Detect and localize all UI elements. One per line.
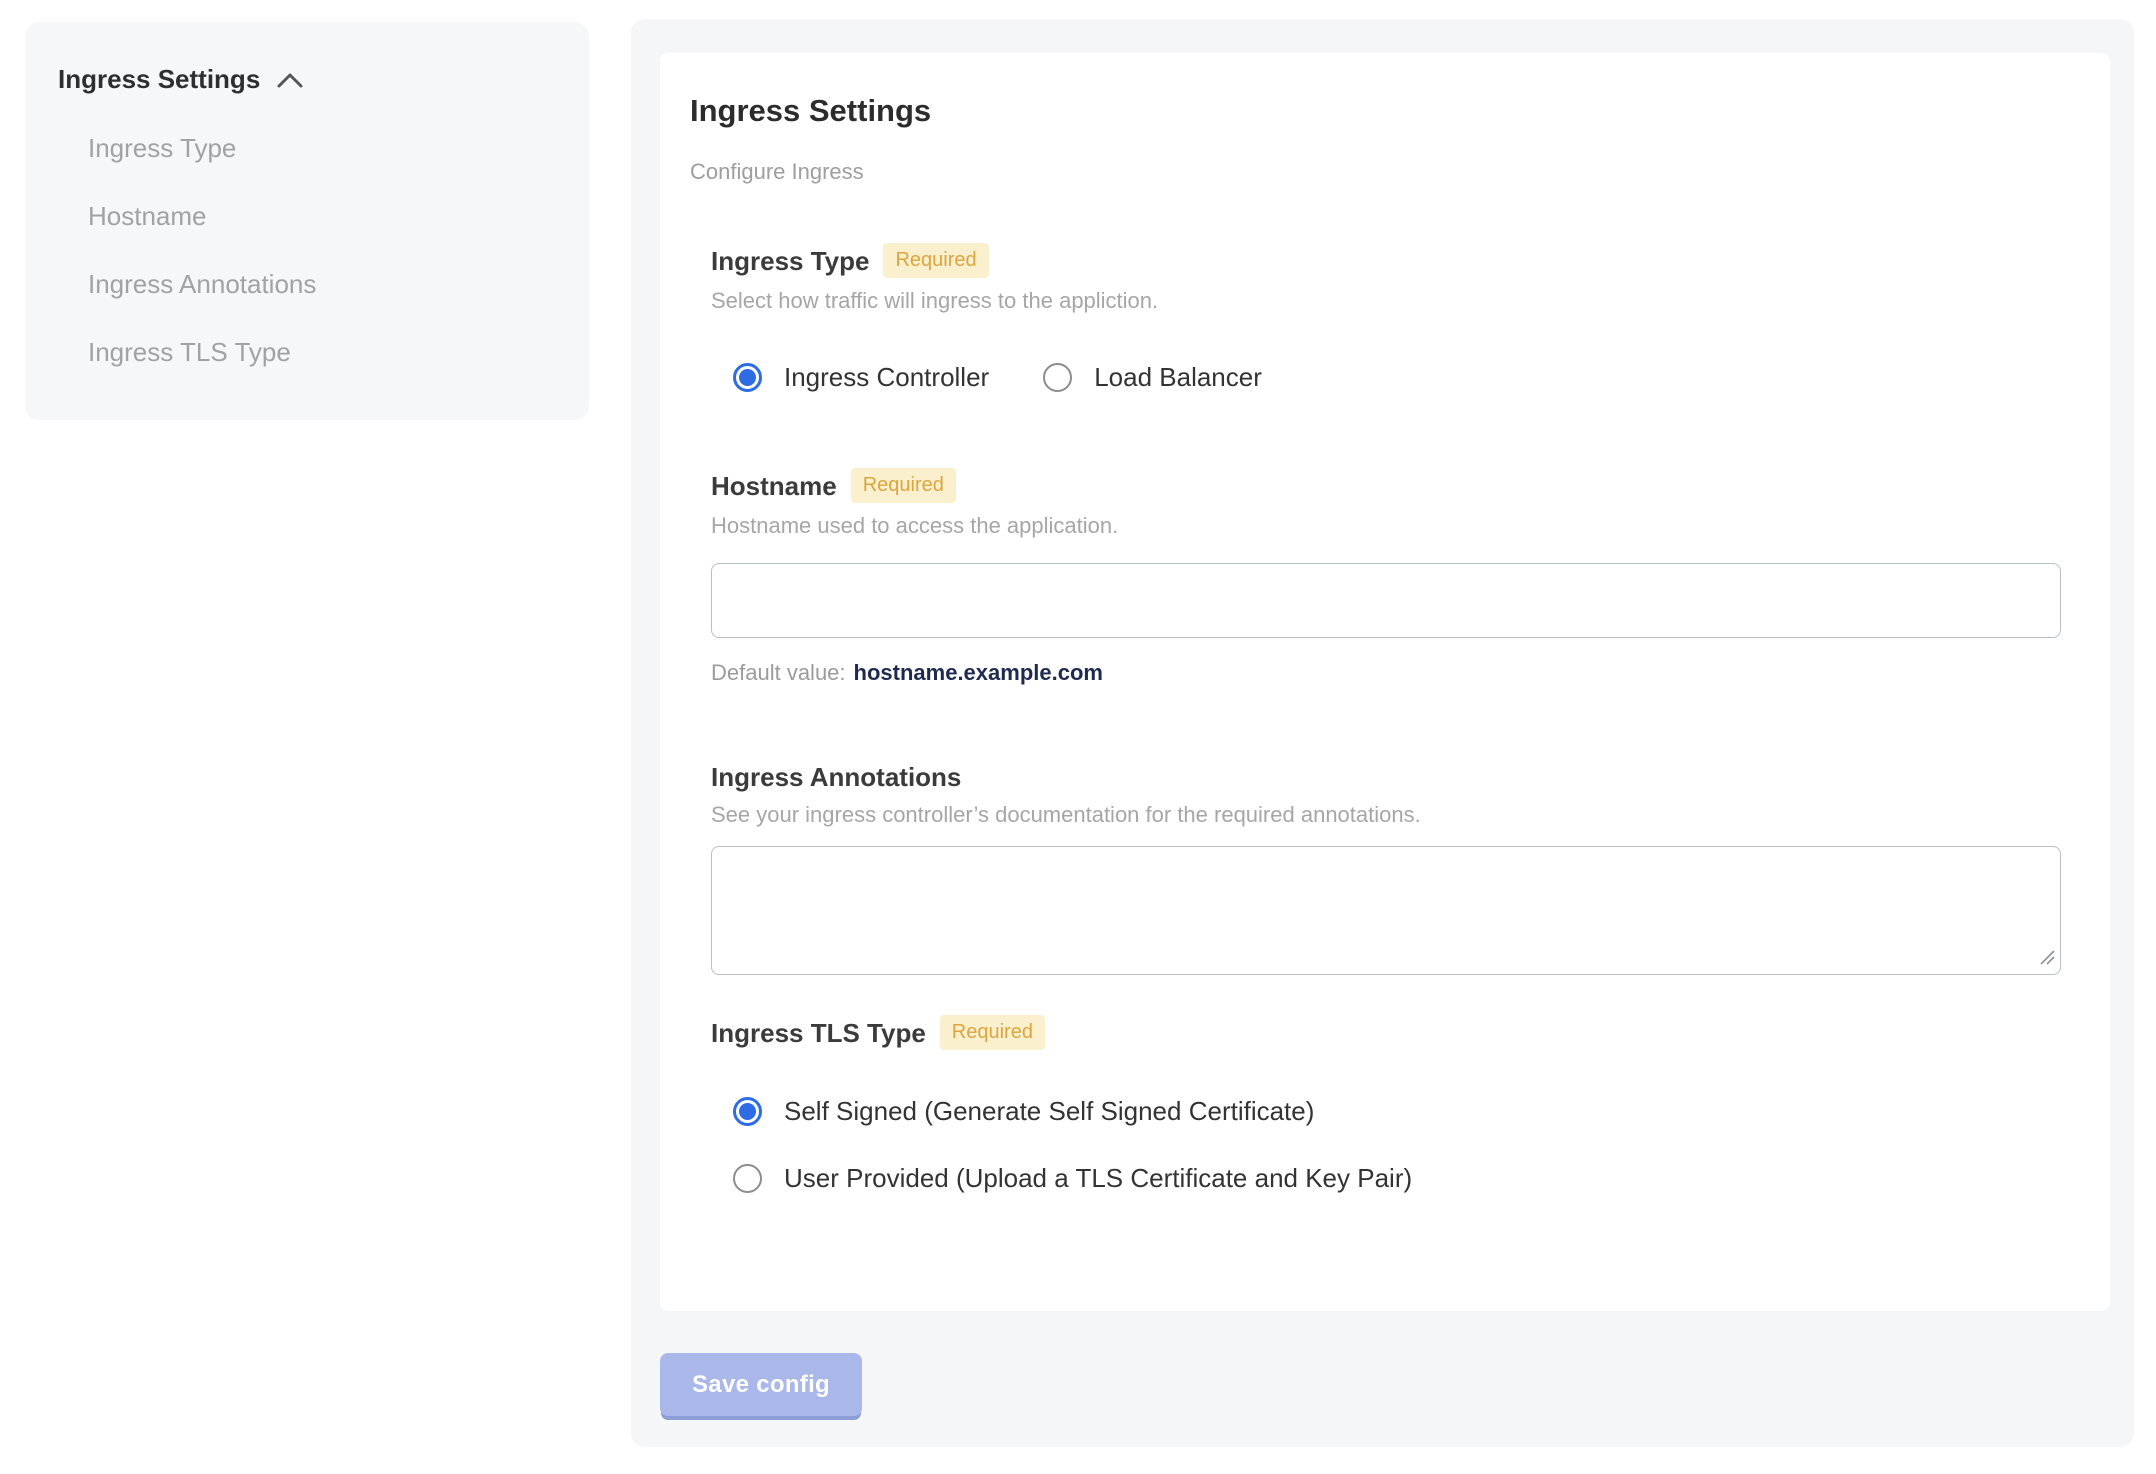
radio-option-label: User Provided (Upload a TLS Certificate …: [784, 1163, 1413, 1193]
default-value-line: Default value: hostname.example.com: [711, 660, 2061, 686]
radio-option-label: Self Signed (Generate Self Signed Certif…: [784, 1096, 1315, 1126]
radio-unselected-icon: [733, 1163, 762, 1193]
field-label-hostname: Hostname: [711, 470, 837, 501]
page-subtitle: Configure Ingress: [690, 159, 864, 184]
radio-option-user-provided[interactable]: User Provided (Upload a TLS Certificate …: [733, 1163, 2061, 1193]
section-ingress-tls-type: Ingress TLS Type Required Self Signed (G…: [711, 1015, 2061, 1193]
radio-option-self-signed[interactable]: Self Signed (Generate Self Signed Certif…: [733, 1096, 2061, 1126]
radio-option-label: Load Balancer: [1094, 362, 1262, 392]
field-description-ingress-type: Select how traffic will ingress to the a…: [711, 288, 1159, 313]
radio-selected-icon: [733, 362, 762, 392]
tls-type-radio-group: Self Signed (Generate Self Signed Certif…: [733, 1096, 2061, 1193]
section-ingress-type: Ingress Type Required Select how traffic…: [711, 243, 2061, 392]
save-config-button[interactable]: Save config: [660, 1353, 863, 1416]
field-description-hostname: Hostname used to access the application.: [711, 513, 1119, 538]
required-badge: Required: [850, 468, 956, 503]
radio-option-load-balancer[interactable]: Load Balancer: [1043, 362, 1262, 392]
required-badge: Required: [883, 243, 989, 278]
section-hostname: Hostname Required Hostname used to acces…: [711, 468, 2061, 686]
sidebar-item-ingress-tls-type[interactable]: Ingress TLS Type: [88, 337, 559, 367]
field-label-ingress-annotations: Ingress Annotations: [711, 762, 962, 792]
radio-selected-icon: [733, 1096, 762, 1126]
section-ingress-annotations: Ingress Annotations See your ingress con…: [711, 762, 2061, 975]
field-label-ingress-type: Ingress Type: [711, 245, 870, 276]
radio-unselected-icon: [1043, 362, 1073, 392]
ingress-settings-card: Ingress Settings Configure Ingress Ingre…: [660, 53, 2110, 1311]
sidebar-item-hostname[interactable]: Hostname: [88, 201, 559, 231]
sidebar-item-ingress-type[interactable]: Ingress Type: [88, 133, 559, 163]
ingress-type-radio-group: Ingress Controller Load Balancer: [733, 362, 2061, 392]
config-panel: Ingress Settings Configure Ingress Ingre…: [631, 19, 2134, 1447]
default-value: hostname.example.com: [853, 660, 1103, 685]
field-description-ingress-annotations: See your ingress controller’s documentat…: [711, 802, 1421, 827]
sidebar-group-ingress-settings[interactable]: Ingress Settings: [58, 64, 559, 95]
sidebar-item-ingress-annotations[interactable]: Ingress Annotations: [88, 269, 559, 299]
sidebar-group-label: Ingress Settings: [58, 64, 261, 94]
hostname-input[interactable]: [711, 563, 2061, 638]
radio-option-label: Ingress Controller: [784, 362, 990, 392]
default-value-label: Default value:: [711, 660, 846, 685]
sidebar-item-list: Ingress Type Hostname Ingress Annotation…: [88, 133, 559, 367]
radio-option-ingress-controller[interactable]: Ingress Controller: [733, 362, 989, 392]
annotations-textarea[interactable]: [711, 846, 2061, 975]
page-title: Ingress Settings: [690, 93, 932, 128]
config-nav-sidebar: Ingress Settings Ingress Type Hostname I…: [25, 22, 589, 420]
required-badge: Required: [939, 1015, 1045, 1050]
field-label-ingress-tls-type: Ingress TLS Type: [711, 1017, 926, 1048]
chevron-up-icon: [276, 71, 304, 89]
form-sections: Ingress Type Required Select how traffic…: [711, 243, 2061, 1193]
